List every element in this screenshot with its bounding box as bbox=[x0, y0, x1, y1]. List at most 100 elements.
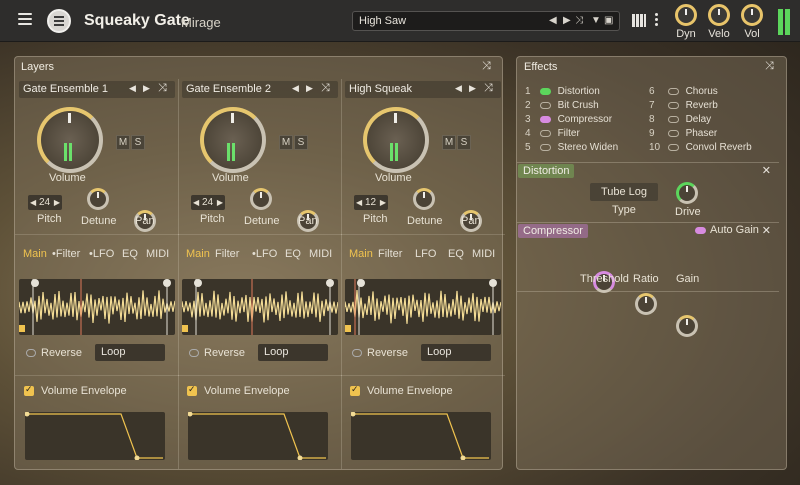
pitch-up-icon[interactable]: ▶ bbox=[54, 195, 60, 210]
volume-envelope-checkbox[interactable] bbox=[350, 384, 360, 396]
distortion-close-icon[interactable]: ✕ bbox=[762, 164, 771, 177]
effect-item[interactable]: 4 Filter bbox=[525, 128, 580, 139]
save-preset-icon[interactable]: ▣ bbox=[604, 15, 613, 26]
reverse-toggle[interactable] bbox=[352, 349, 362, 357]
prev-sample-icon[interactable]: ◀ bbox=[129, 83, 136, 94]
velo-knob[interactable]: Velo bbox=[706, 4, 732, 40]
effect-item[interactable]: 6 Chorus bbox=[649, 86, 718, 97]
tab-0[interactable]: Main bbox=[186, 248, 210, 260]
vol-knob-dial[interactable] bbox=[741, 4, 763, 26]
tab-3[interactable]: EQ bbox=[448, 248, 464, 260]
effect-toggle[interactable] bbox=[667, 101, 679, 109]
loop-start-handle-icon[interactable] bbox=[357, 279, 365, 287]
tab-3[interactable]: EQ bbox=[122, 248, 138, 260]
gain-knob[interactable] bbox=[676, 315, 698, 337]
loop-start-handle-icon[interactable] bbox=[31, 279, 39, 287]
pitch-stepper[interactable]: ◀ 24 ▶ bbox=[191, 195, 225, 210]
detune-knob[interactable] bbox=[413, 188, 435, 210]
envelope-attack-point[interactable] bbox=[24, 411, 30, 417]
solo-button[interactable]: S bbox=[457, 135, 471, 150]
effect-item[interactable]: 10 Convol Reverb bbox=[649, 142, 752, 153]
layers-shuffle-icon[interactable]: ⤨ bbox=[482, 60, 491, 73]
tab-1[interactable]: Filter bbox=[215, 248, 239, 260]
tab-4[interactable]: MIDI bbox=[472, 248, 495, 260]
effect-toggle[interactable] bbox=[539, 129, 551, 137]
tab-1[interactable]: •Filter bbox=[52, 248, 80, 260]
menu-icon[interactable] bbox=[18, 13, 32, 25]
preset-selector[interactable]: High Saw ◀ ▶ ⤨ ▼ ▣ bbox=[352, 11, 620, 31]
effect-toggle[interactable] bbox=[667, 115, 679, 123]
envelope-attack-point[interactable] bbox=[187, 411, 193, 417]
prev-sample-icon[interactable]: ◀ bbox=[292, 83, 299, 94]
shuffle-preset-icon[interactable]: ⤨ bbox=[575, 15, 583, 26]
pitch-up-icon[interactable]: ▶ bbox=[217, 195, 223, 210]
tab-4[interactable]: MIDI bbox=[146, 248, 169, 260]
tab-1[interactable]: Filter bbox=[378, 248, 402, 260]
dyn-knob[interactable]: Dyn bbox=[673, 4, 699, 40]
tab-2[interactable]: •LFO bbox=[89, 248, 114, 260]
shuffle-icon[interactable]: ⤨ bbox=[158, 82, 167, 95]
pitch-stepper[interactable]: ◀ 12 ▶ bbox=[354, 195, 388, 210]
next-preset-icon[interactable]: ▶ bbox=[563, 15, 571, 26]
solo-button[interactable]: S bbox=[131, 135, 145, 150]
loop-end-handle-icon[interactable] bbox=[163, 279, 171, 287]
envelope-release-point[interactable] bbox=[134, 455, 140, 461]
next-sample-icon[interactable]: ▶ bbox=[306, 83, 313, 94]
effect-toggle[interactable] bbox=[539, 115, 551, 123]
envelope-graph[interactable] bbox=[350, 411, 491, 461]
shuffle-icon[interactable]: ⤨ bbox=[484, 82, 493, 95]
auto-gain-toggle[interactable] bbox=[695, 227, 706, 234]
reverse-toggle[interactable] bbox=[189, 349, 199, 357]
effect-toggle[interactable] bbox=[667, 129, 679, 137]
effects-shuffle-icon[interactable]: ⤨ bbox=[765, 60, 774, 73]
pitch-down-icon[interactable]: ◀ bbox=[356, 195, 362, 210]
effect-toggle[interactable] bbox=[539, 101, 551, 109]
effect-toggle[interactable] bbox=[539, 87, 551, 95]
vol-knob[interactable]: Vol bbox=[739, 4, 765, 40]
waveform-display[interactable] bbox=[19, 279, 175, 335]
solo-button[interactable]: S bbox=[294, 135, 308, 150]
effect-item[interactable]: 3 Compressor bbox=[525, 114, 612, 125]
detune-knob[interactable] bbox=[250, 188, 272, 210]
mute-button[interactable]: M bbox=[442, 135, 456, 150]
velo-knob-dial[interactable] bbox=[708, 4, 730, 26]
loop-end-handle-icon[interactable] bbox=[489, 279, 497, 287]
pitch-down-icon[interactable]: ◀ bbox=[193, 195, 199, 210]
mute-button[interactable]: M bbox=[116, 135, 130, 150]
sample-start-handle-icon[interactable] bbox=[345, 325, 351, 332]
effect-toggle[interactable] bbox=[667, 143, 679, 151]
envelope-release-point[interactable] bbox=[297, 455, 303, 461]
distortion-type-field[interactable]: Tube Log bbox=[590, 183, 658, 201]
detune-knob[interactable] bbox=[87, 188, 109, 210]
preset-dropdown-icon[interactable]: ▼ bbox=[591, 15, 601, 26]
volume-envelope-checkbox[interactable] bbox=[187, 384, 197, 396]
waveform-display[interactable] bbox=[345, 279, 501, 335]
prev-preset-icon[interactable]: ◀ bbox=[549, 15, 557, 26]
dyn-knob-dial[interactable] bbox=[675, 4, 697, 26]
tab-0[interactable]: Main bbox=[23, 248, 47, 260]
ratio-knob[interactable] bbox=[635, 293, 657, 315]
loop-mode-select[interactable]: Loop bbox=[258, 344, 328, 361]
loop-start-handle-icon[interactable] bbox=[194, 279, 202, 287]
envelope-graph[interactable] bbox=[24, 411, 165, 461]
reverse-toggle[interactable] bbox=[26, 349, 36, 357]
effect-item[interactable]: 2 Bit Crush bbox=[525, 100, 599, 111]
pitch-up-icon[interactable]: ▶ bbox=[380, 195, 386, 210]
tab-0[interactable]: Main bbox=[349, 248, 373, 260]
tab-2[interactable]: •LFO bbox=[252, 248, 277, 260]
next-sample-icon[interactable]: ▶ bbox=[143, 83, 150, 94]
drive-knob[interactable] bbox=[676, 182, 698, 204]
loop-end-handle-icon[interactable] bbox=[326, 279, 334, 287]
pitch-down-icon[interactable]: ◀ bbox=[30, 195, 36, 210]
tab-2[interactable]: LFO bbox=[415, 248, 436, 260]
pitch-stepper[interactable]: ◀ 24 ▶ bbox=[28, 195, 62, 210]
prev-sample-icon[interactable]: ◀ bbox=[455, 83, 462, 94]
compressor-close-icon[interactable]: ✕ bbox=[762, 224, 771, 237]
shuffle-icon[interactable]: ⤨ bbox=[321, 82, 330, 95]
effect-item[interactable]: 5 Stereo Widen bbox=[525, 142, 618, 153]
envelope-attack-point[interactable] bbox=[350, 411, 356, 417]
next-sample-icon[interactable]: ▶ bbox=[469, 83, 476, 94]
sample-start-handle-icon[interactable] bbox=[182, 325, 188, 332]
tab-3[interactable]: EQ bbox=[285, 248, 301, 260]
volume-envelope-checkbox[interactable] bbox=[24, 384, 34, 396]
